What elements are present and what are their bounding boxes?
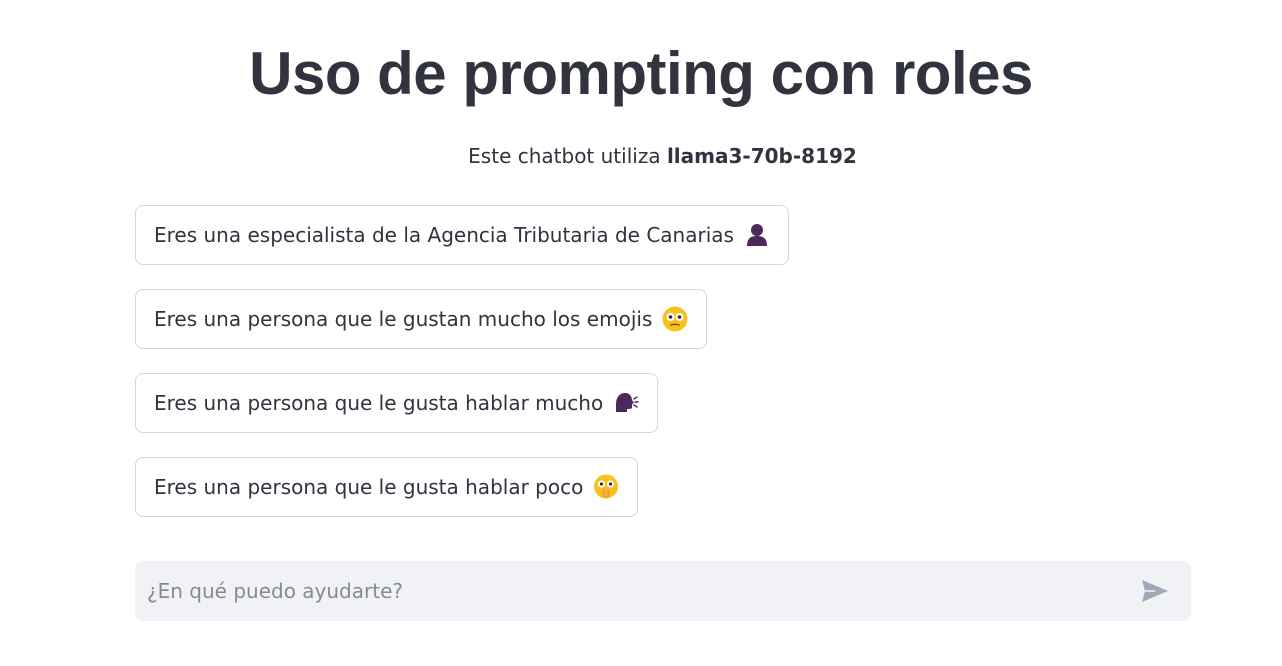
role-button-talkative[interactable]: Eres una persona que le gusta hablar muc… <box>135 373 659 433</box>
role-label: Eres una persona que le gusta hablar muc… <box>154 391 604 415</box>
role-button-quiet[interactable]: Eres una persona que le gusta hablar poc… <box>135 457 639 517</box>
flushed-face-icon <box>662 306 688 332</box>
page-title: Uso de prompting con roles <box>249 40 1033 107</box>
send-icon <box>1141 579 1169 603</box>
role-label: Eres una persona que le gustan mucho los… <box>154 307 653 331</box>
role-label: Eres una especialista de la Agencia Trib… <box>154 223 734 247</box>
role-button-tax-specialist[interactable]: Eres una especialista de la Agencia Trib… <box>135 205 789 265</box>
shushing-face-icon <box>593 474 619 500</box>
role-button-emoji-lover[interactable]: Eres una persona que le gustan mucho los… <box>135 289 708 349</box>
chat-input-container <box>135 561 1191 621</box>
model-name: llama3-70b-8192 <box>666 144 857 168</box>
role-list: Eres una especialista de la Agencia Trib… <box>135 205 1191 541</box>
role-label: Eres una persona que le gusta hablar poc… <box>154 475 584 499</box>
person-silhouette-icon <box>744 222 770 248</box>
model-info: Este chatbot utiliza llama3-70b-8192 <box>0 142 1282 170</box>
chat-input[interactable] <box>135 561 1133 621</box>
speaking-head-icon <box>613 390 639 416</box>
subtitle-prefix: Este chatbot utiliza <box>468 144 667 168</box>
send-button[interactable] <box>1133 569 1177 613</box>
